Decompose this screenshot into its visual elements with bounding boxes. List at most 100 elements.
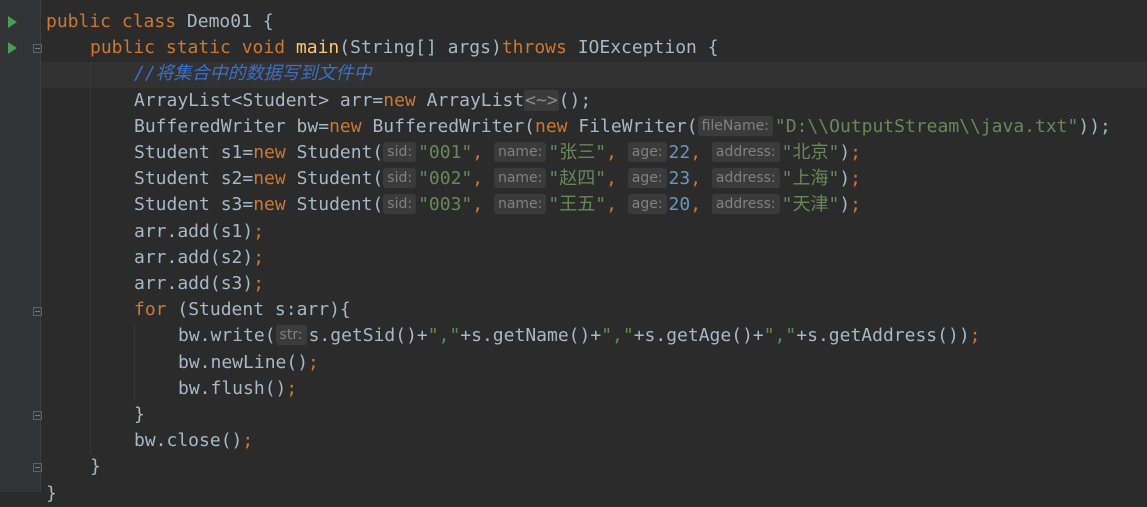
code-token: "001" xyxy=(418,142,473,163)
code-token: "," xyxy=(763,325,797,347)
parameter-hint: sid: xyxy=(383,168,417,189)
code-text: } xyxy=(46,481,57,507)
code-token: ; xyxy=(286,377,298,399)
code-line[interactable]: bw.newLine(); xyxy=(0,350,1147,376)
code-line[interactable]: Student s2=new Student(sid: "002", name: "… xyxy=(0,166,1147,192)
code-token: ; xyxy=(242,430,254,452)
code-token: 23 xyxy=(668,168,691,190)
parameter-hint: sid: xyxy=(383,142,417,162)
code-token: , xyxy=(690,142,712,163)
parameter-hint: str: xyxy=(275,325,307,346)
code-token: "002" xyxy=(418,168,473,190)
code-token: "," xyxy=(601,325,634,347)
code-token: arr.add(s1) xyxy=(134,220,254,242)
code-line[interactable]: BufferedWriter bw=new BufferedWriter(new… xyxy=(0,114,1147,140)
code-token: +s.getAge()+ xyxy=(633,325,764,347)
code-token: bw.newLine() xyxy=(178,351,309,373)
code-text: Student s3=new Student(sid: "003", name: "… xyxy=(134,192,861,218)
parameter-hint: name: xyxy=(493,168,547,189)
folded-generic: <~> xyxy=(524,89,559,111)
code-token: BufferedWriter( xyxy=(372,115,535,137)
code-token: //将集合中的数据写到文件中 xyxy=(134,63,372,85)
code-token: +s.getName()+ xyxy=(460,325,602,347)
code-token: ArrayList xyxy=(426,89,525,111)
code-text: //将集合中的数据写到文件中 xyxy=(134,61,372,87)
parameter-hint: age: xyxy=(627,142,667,162)
code-token: ; xyxy=(850,142,862,163)
code-text: BufferedWriter bw=new BufferedWriter(new… xyxy=(134,114,1111,140)
code-token: FileWriter( xyxy=(578,115,698,137)
code-token: arr.add(s2) xyxy=(134,246,254,268)
code-token: new xyxy=(253,194,297,216)
code-token: ) xyxy=(839,194,851,216)
code-token: BufferedWriter bw= xyxy=(134,115,330,137)
code-token: Student( xyxy=(296,194,384,216)
parameter-hint: fileName: xyxy=(697,115,773,136)
code-line[interactable]: } xyxy=(0,454,1147,480)
code-token: ) xyxy=(839,168,851,190)
code-token: "北京" xyxy=(781,142,840,163)
code-line[interactable]: bw.close(); xyxy=(0,428,1147,454)
code-text: public static void main(String[] args)th… xyxy=(90,35,719,61)
code-line[interactable]: } xyxy=(0,481,1147,507)
code-text: arr.add(s3); xyxy=(134,271,264,297)
code-editor[interactable]: public class Demo01 {public static void … xyxy=(0,0,1147,504)
code-line[interactable]: } xyxy=(0,402,1147,428)
code-token: Student s1= xyxy=(134,142,254,163)
code-token: ; xyxy=(253,273,265,294)
code-text: bw.close(); xyxy=(134,428,253,454)
parameter-hint: name: xyxy=(493,142,547,162)
code-line[interactable]: for (Student s:arr){ xyxy=(0,297,1147,323)
code-token: "上海" xyxy=(781,168,840,190)
code-token: (String[] args) xyxy=(339,37,502,59)
code-text: } xyxy=(134,402,145,428)
parameter-hint: name: xyxy=(493,194,547,215)
code-token: new xyxy=(329,115,373,137)
code-text: bw.flush(); xyxy=(178,376,297,402)
code-line[interactable]: bw.write(str: s.getSid()+","+s.getName()+… xyxy=(0,323,1147,349)
parameter-hint: address: xyxy=(711,194,780,215)
code-line[interactable]: arr.add(s3); xyxy=(0,271,1147,297)
code-text: arr.add(s1); xyxy=(134,219,264,245)
code-token: , xyxy=(606,142,628,163)
code-token: main xyxy=(295,37,340,59)
code-token: "张三" xyxy=(548,142,607,163)
code-token: ; xyxy=(308,351,319,373)
code-token: ArrayList<Student> arr= xyxy=(134,89,384,111)
code-line[interactable]: public class Demo01 { xyxy=(0,9,1147,35)
code-token: )); xyxy=(1078,115,1111,137)
code-token: Student( xyxy=(296,168,384,190)
code-line[interactable]: arr.add(s2); xyxy=(0,245,1147,271)
code-token: "," xyxy=(427,325,461,347)
code-token: "王五" xyxy=(548,194,607,216)
code-text: bw.write(str: s.getSid()+","+s.getName()+… xyxy=(178,323,981,349)
code-line[interactable]: arr.add(s1); xyxy=(0,219,1147,245)
code-token: for xyxy=(134,299,178,321)
code-token: throws xyxy=(501,37,578,59)
code-token: new xyxy=(535,115,579,137)
code-token: +s.getAddress()) xyxy=(796,325,970,347)
code-token: public static void xyxy=(90,37,296,59)
code-token: 22 xyxy=(668,142,691,163)
code-token: , xyxy=(472,194,494,216)
code-token: bw.flush() xyxy=(178,377,287,399)
code-line[interactable]: bw.flush(); xyxy=(0,376,1147,402)
code-token: Student s3= xyxy=(134,194,254,216)
code-token: , xyxy=(690,194,712,216)
code-token: , xyxy=(472,168,494,190)
code-token: s.getSid()+ xyxy=(308,325,428,347)
code-token: arr.add(s3) xyxy=(134,273,254,294)
code-token: } xyxy=(46,482,57,504)
code-line[interactable]: public static void main(String[] args)th… xyxy=(0,35,1147,61)
code-line[interactable]: ArrayList<Student> arr=new ArrayList<~>(… xyxy=(0,88,1147,114)
code-line[interactable]: Student s3=new Student(sid: "003", name: "… xyxy=(0,192,1147,218)
parameter-hint: address: xyxy=(711,142,780,162)
code-line[interactable]: Student s1=new Student(sid: "001", name: "… xyxy=(0,140,1147,166)
parameter-hint: age: xyxy=(627,168,667,189)
code-token: ) xyxy=(839,142,851,163)
code-token: ; xyxy=(969,325,981,347)
code-line[interactable]: //将集合中的数据写到文件中 xyxy=(0,61,1147,87)
code-token: } xyxy=(134,404,145,425)
code-token: Student s2= xyxy=(134,168,254,190)
code-text: bw.newLine(); xyxy=(178,350,319,376)
